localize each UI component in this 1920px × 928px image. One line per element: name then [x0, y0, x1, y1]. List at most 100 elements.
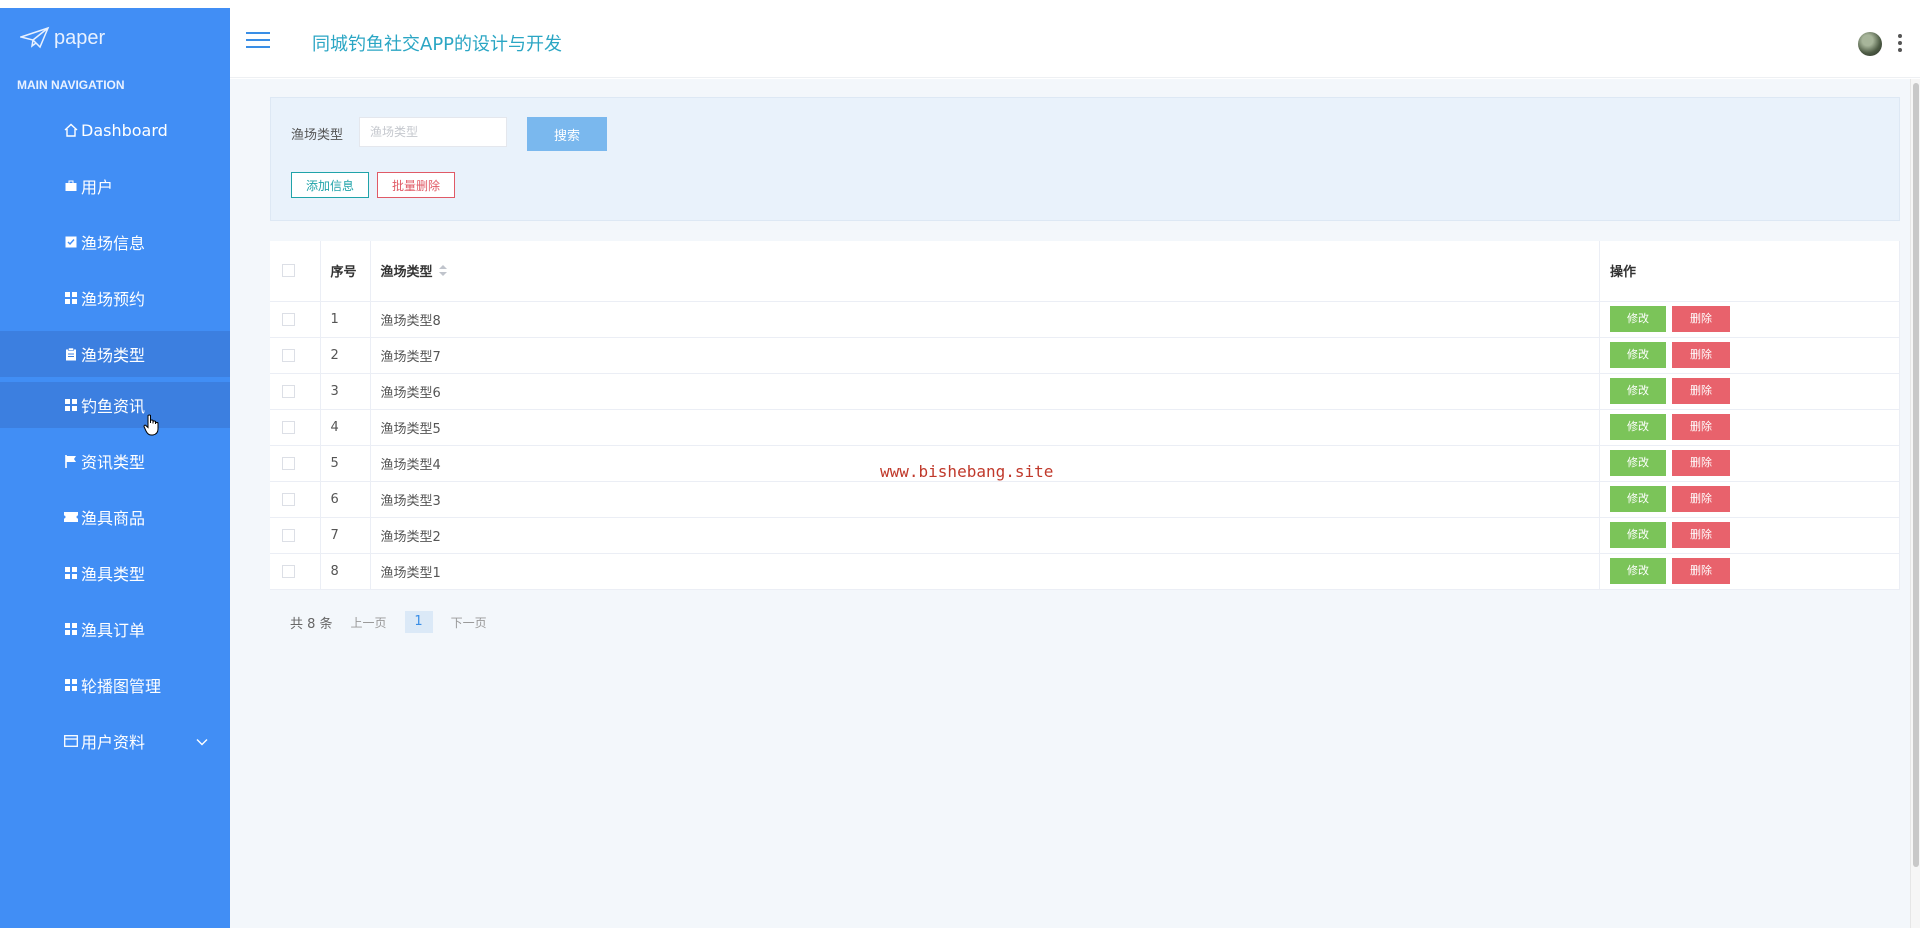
- batch-delete-button[interactable]: 批量删除: [377, 172, 455, 198]
- table-row: 8 渔场类型1 修改 删除: [270, 553, 1900, 590]
- chevron-down-icon[interactable]: [196, 732, 208, 751]
- logo-text: paper: [54, 26, 106, 49]
- sidebar-item-gear-products[interactable]: 渔具商品: [0, 489, 230, 545]
- search-button[interactable]: 搜索: [527, 117, 607, 151]
- scrollbar-thumb[interactable]: [1913, 83, 1919, 867]
- select-all-cell: [270, 241, 321, 302]
- sidebar-item-label: 用户资料: [81, 733, 146, 752]
- sidebar-item-gear-type[interactable]: 渔具类型: [0, 545, 230, 601]
- sidebar-item-label: Dashboard: [81, 120, 168, 140]
- row-type: 渔场类型6: [370, 373, 1600, 410]
- logo[interactable]: paper: [0, 8, 230, 68]
- nav-menu: Dashboard 用户 渔场信息 渔场预约 渔场类型 钓鱼资讯 资讯类型 渔具…: [0, 102, 264, 769]
- row-checkbox[interactable]: [282, 492, 295, 506]
- main-content: 渔场类型 搜索 添加信息 批量删除 序号 渔场类型 操作 1 渔场类型8 修改删…: [230, 79, 1920, 928]
- pagination: 共 8 条 上一页 1 下一页: [290, 611, 487, 633]
- edit-button[interactable]: 修改: [1610, 558, 1666, 584]
- sidebar-item-label: 渔场类型: [81, 346, 146, 365]
- index-header: 序号: [320, 241, 371, 302]
- row-index: 2: [320, 337, 371, 374]
- row-index: 5: [320, 445, 371, 482]
- sidebar-item-label: 钓鱼资讯: [81, 397, 146, 416]
- sidebar-item-fishing-news[interactable]: 钓鱼资讯: [0, 382, 264, 428]
- select-all-checkbox[interactable]: [282, 264, 295, 278]
- window-icon: [63, 733, 79, 749]
- row-type: 渔场类型3: [370, 481, 1600, 518]
- sidebar-item-label: 用户: [81, 178, 114, 197]
- delete-button[interactable]: 删除: [1672, 486, 1730, 512]
- sidebar-item-gear-orders[interactable]: 渔具订单: [0, 601, 230, 657]
- row-index: 8: [320, 553, 371, 590]
- row-type: 渔场类型5: [370, 409, 1600, 446]
- row-index: 1: [320, 301, 371, 338]
- topbar: 同城钓鱼社交APP的设计与开发: [230, 8, 1920, 78]
- row-checkbox[interactable]: [282, 348, 295, 362]
- row-checkbox[interactable]: [282, 312, 295, 326]
- sidebar: paper MAIN NAVIGATION Dashboard 用户 渔场信息 …: [0, 8, 264, 928]
- avatar[interactable]: [1858, 32, 1882, 56]
- type-header-label: 渔场类型: [380, 265, 433, 281]
- row-checkbox[interactable]: [282, 420, 295, 434]
- sidebar-item-label: 渔场信息: [81, 234, 146, 253]
- briefcase-icon: [63, 178, 79, 194]
- delete-button[interactable]: 删除: [1672, 522, 1730, 548]
- home-icon: [63, 122, 79, 138]
- row-type: 渔场类型7: [370, 337, 1600, 374]
- search-label: 渔场类型: [291, 128, 344, 143]
- edit-button[interactable]: 修改: [1610, 378, 1666, 404]
- table-row: 4 渔场类型5 修改 删除: [270, 409, 1900, 446]
- row-checkbox[interactable]: [282, 384, 295, 398]
- type-header[interactable]: 渔场类型: [370, 241, 1600, 302]
- table-row: 3 渔场类型6 修改 删除: [270, 373, 1900, 410]
- edit-button[interactable]: 修改: [1610, 522, 1666, 548]
- sidebar-item-label: 轮播图管理: [81, 677, 162, 696]
- edit-button[interactable]: 修改: [1610, 306, 1666, 332]
- sidebar-item-dashboard[interactable]: Dashboard: [0, 102, 230, 158]
- sidebar-item-news-type[interactable]: 资讯类型: [0, 433, 230, 489]
- scrollbar[interactable]: [1910, 79, 1920, 928]
- page-title: 同城钓鱼社交APP的设计与开发: [312, 34, 563, 55]
- edit-button[interactable]: 修改: [1610, 414, 1666, 440]
- delete-button[interactable]: 删除: [1672, 342, 1730, 368]
- sidebar-item-users[interactable]: 用户: [0, 158, 230, 214]
- add-info-button[interactable]: 添加信息: [291, 172, 369, 198]
- delete-button[interactable]: 删除: [1672, 414, 1730, 440]
- sort-icon[interactable]: [438, 265, 447, 280]
- ops-header: 操作: [1599, 241, 1900, 302]
- table-row: 2 渔场类型7 修改 删除: [270, 337, 1900, 374]
- edit-button[interactable]: 修改: [1610, 486, 1666, 512]
- search-input[interactable]: [359, 117, 507, 147]
- delete-button[interactable]: 删除: [1672, 450, 1730, 476]
- row-type: 渔场类型2: [370, 517, 1600, 554]
- next-page-button[interactable]: 下一页: [451, 614, 487, 631]
- row-checkbox[interactable]: [282, 528, 295, 542]
- table-row: 6 渔场类型3 修改 删除: [270, 481, 1900, 518]
- row-checkbox[interactable]: [282, 564, 295, 578]
- sidebar-item-fishery-type[interactable]: 渔场类型: [0, 331, 264, 377]
- sidebar-item-fishery-booking[interactable]: 渔场预约: [0, 270, 230, 326]
- prev-page-button[interactable]: 上一页: [351, 614, 387, 631]
- row-index: 6: [320, 481, 371, 518]
- row-index: 4: [320, 409, 371, 446]
- page-number-current[interactable]: 1: [404, 611, 433, 633]
- row-checkbox[interactable]: [282, 456, 295, 470]
- sidebar-item-carousel[interactable]: 轮播图管理: [0, 657, 230, 713]
- table-row: 7 渔场类型2 修改 删除: [270, 517, 1900, 554]
- grid-icon: [63, 677, 79, 693]
- flag-icon: [63, 453, 79, 469]
- sidebar-item-fishery-info[interactable]: 渔场信息: [0, 214, 230, 270]
- edit-button[interactable]: 修改: [1610, 342, 1666, 368]
- table-row: 5 渔场类型4 修改 删除: [270, 445, 1900, 482]
- delete-button[interactable]: 删除: [1672, 378, 1730, 404]
- grid-icon: [63, 290, 79, 306]
- search-panel: 渔场类型 搜索 添加信息 批量删除: [270, 97, 1900, 221]
- menu-toggle-icon[interactable]: [246, 32, 270, 50]
- ticket-icon: [63, 509, 79, 525]
- more-vertical-icon[interactable]: [1898, 34, 1902, 52]
- sidebar-item-label: 渔具类型: [81, 565, 146, 584]
- edit-button[interactable]: 修改: [1610, 450, 1666, 476]
- delete-button[interactable]: 删除: [1672, 558, 1730, 584]
- row-type: 渔场类型1: [370, 553, 1600, 590]
- delete-button[interactable]: 删除: [1672, 306, 1730, 332]
- sidebar-item-user-profile[interactable]: 用户资料: [0, 713, 230, 769]
